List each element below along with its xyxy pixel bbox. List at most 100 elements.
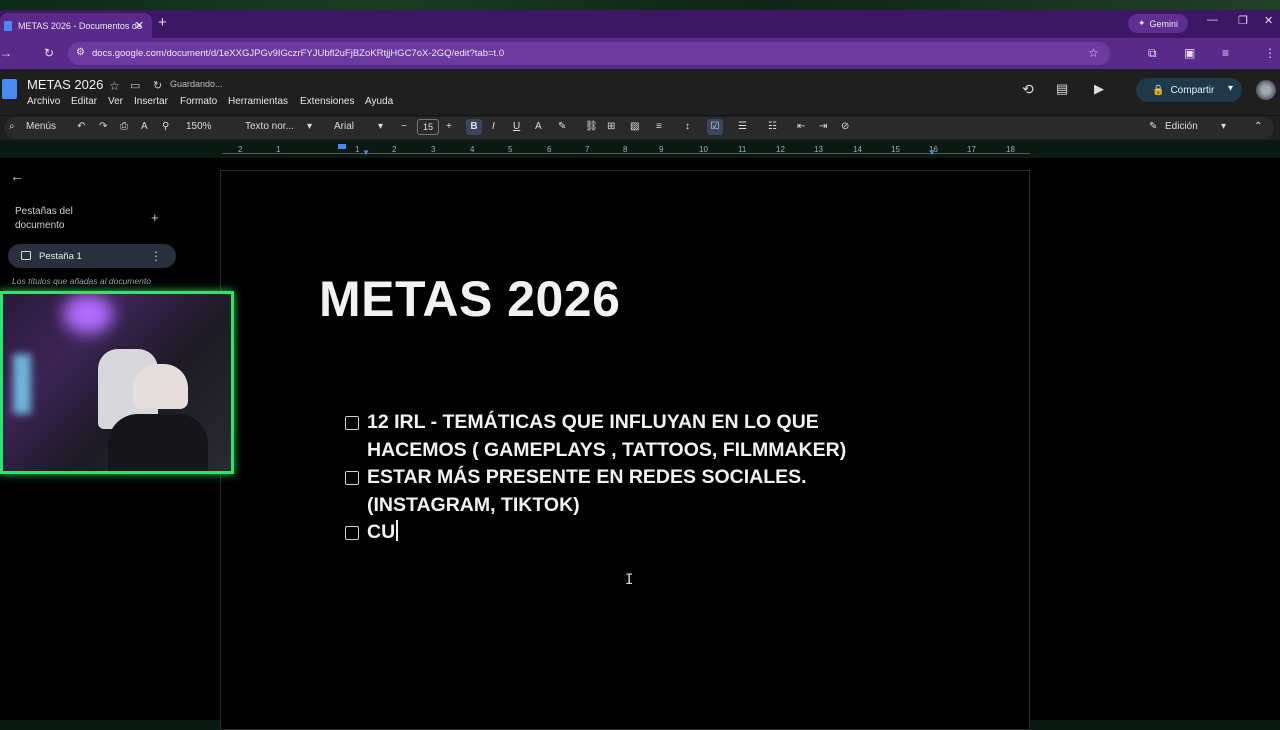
ruler[interactable]: 2 1 1 2 3 4 5 6 7 8 9 10 11 12 13 14 15 … [222, 144, 1030, 157]
move-folder-icon[interactable]: ▭ [130, 79, 140, 92]
extensions-icon[interactable]: ⧉ [1148, 46, 1157, 61]
comments-icon[interactable]: ▤ [1056, 81, 1068, 97]
background-strip [0, 0, 1280, 10]
checklist-checkbox[interactable] [345, 471, 359, 485]
checklist-icon[interactable]: ☑ [707, 119, 723, 135]
menu-archivo[interactable]: Archivo [27, 96, 60, 107]
indent-marker[interactable] [338, 144, 346, 149]
avatar[interactable] [1256, 80, 1276, 100]
highlight-icon[interactable]: ✎ [558, 121, 566, 132]
site-settings-icon[interactable]: ⚙ [76, 47, 85, 58]
menu-ayuda[interactable]: Ayuda [365, 96, 393, 107]
numbered-list-icon[interactable]: ☷ [768, 121, 777, 132]
align-icon[interactable]: ≡ [656, 121, 662, 132]
sidebar-title: Pestañas del documento [15, 206, 73, 231]
menus-search[interactable]: Menús [26, 121, 56, 132]
share-button[interactable]: 🔒 Compartir ▾ [1136, 78, 1242, 102]
url-text: docs.google.com/document/d/1eXXGJPGv9IGc… [92, 48, 505, 59]
more-options-icon[interactable]: ⋮ [150, 249, 162, 263]
close-window-icon[interactable]: ✕ [1264, 14, 1273, 27]
webcam-cap [133, 364, 188, 409]
checklist-checkbox[interactable] [345, 526, 359, 540]
forward-icon[interactable]: → [0, 46, 12, 60]
ruler-tick: 17 [967, 145, 976, 154]
chevron-down-icon[interactable]: ▾ [1221, 121, 1226, 132]
increase-font-icon[interactable]: + [446, 121, 452, 132]
right-margin-marker[interactable]: ▼ [928, 148, 936, 157]
ruler-tick: 7 [585, 145, 590, 154]
menu-insertar[interactable]: Insertar [134, 96, 168, 107]
underline-icon[interactable]: U [513, 121, 520, 132]
collapse-icon[interactable]: ⌃ [1254, 121, 1262, 132]
spellcheck-icon[interactable]: A [141, 121, 148, 132]
link-icon[interactable]: ⛓ [585, 121, 598, 132]
checklist-item[interactable]: ESTAR MÁS PRESENTE EN REDES SOCIALES. (I… [367, 464, 927, 519]
paint-format-icon[interactable]: ⚲ [162, 121, 169, 132]
back-arrow-icon[interactable]: ← [10, 168, 24, 184]
close-icon[interactable]: ✕ [135, 19, 144, 32]
webcam-light [63, 294, 113, 334]
browser-tab-bar: METAS 2026 - Documentos de ✕ [0, 10, 1280, 38]
ruler-tick: 10 [699, 145, 708, 154]
image-icon[interactable]: ▨ [630, 121, 639, 132]
bold-icon[interactable]: B [466, 119, 482, 135]
checklist-item[interactable]: CU [367, 519, 927, 547]
italic-icon[interactable]: I [492, 121, 495, 132]
menu-formato[interactable]: Formato [180, 96, 217, 107]
document-title[interactable]: METAS 2026 [27, 77, 103, 92]
menu-kebab-icon[interactable]: ⋮ [1264, 46, 1276, 60]
checklist-item[interactable]: 12 IRL - TEMÁTICAS QUE INFLUYAN EN LO QU… [367, 409, 927, 464]
decrease-font-icon[interactable]: − [401, 121, 407, 132]
sparkle-icon: ✦ [1137, 18, 1146, 28]
reading-list-icon[interactable]: ≡ [1222, 46, 1229, 60]
left-margin-marker[interactable]: ▼ [362, 148, 370, 157]
decrease-indent-icon[interactable]: ⇤ [797, 121, 805, 132]
font-select[interactable]: Arial [334, 121, 354, 132]
checklist-checkbox[interactable] [345, 416, 359, 430]
style-select[interactable]: Texto nor... [245, 121, 294, 132]
mode-select[interactable]: Edición [1165, 121, 1198, 132]
gemini-label: Gemini [1149, 18, 1179, 29]
search-icon[interactable]: ⌕ [9, 121, 15, 132]
chevron-down-icon[interactable]: ▾ [307, 121, 312, 132]
star-icon[interactable]: ☆ [109, 79, 120, 93]
browser-tab[interactable]: METAS 2026 - Documentos de ✕ [0, 13, 152, 38]
checklist-item-line: 12 IRL - TEMÁTICAS QUE INFLUYAN EN LO QU… [367, 411, 819, 433]
menu-ver[interactable]: Ver [108, 96, 123, 107]
chevron-down-icon[interactable]: ▾ [1228, 83, 1233, 94]
split-view-icon[interactable]: ▣ [1184, 46, 1195, 60]
ruler-tick: 5 [508, 145, 513, 154]
reload-icon[interactable]: ↻ [44, 46, 54, 60]
new-tab-button[interactable]: + [158, 14, 167, 31]
increase-indent-icon[interactable]: ⇥ [819, 121, 827, 132]
menu-editar[interactable]: Editar [71, 96, 97, 107]
webcam-neon [13, 354, 31, 414]
docs-logo-icon[interactable] [2, 79, 17, 99]
undo-icon[interactable]: ↶ [77, 121, 85, 132]
add-tab-button[interactable]: + [151, 210, 159, 225]
maximize-icon[interactable]: ❐ [1238, 14, 1248, 27]
menu-extensiones[interactable]: Extensiones [300, 96, 354, 107]
font-size-input[interactable]: 15 [417, 119, 439, 135]
chevron-down-icon[interactable]: ▾ [378, 121, 383, 132]
print-icon[interactable]: ⎙ [120, 121, 128, 132]
history-icon[interactable]: ⟲ [1022, 81, 1034, 98]
bullet-list-icon[interactable]: ☰ [738, 121, 747, 132]
sidebar-item-tab-1[interactable]: Pestaña 1 ⋮ [8, 244, 176, 268]
gemini-button[interactable]: ✦ Gemini [1128, 14, 1188, 33]
comment-add-icon[interactable]: ⊞ [607, 121, 615, 132]
meet-icon[interactable]: ▶ [1094, 81, 1104, 97]
document-heading[interactable]: METAS 2026 [319, 270, 620, 328]
text-color-icon[interactable]: A [535, 121, 542, 132]
menu-herramientas[interactable]: Herramientas [228, 96, 288, 107]
save-status: Guardando... [170, 79, 223, 89]
redo-icon[interactable]: ↷ [99, 121, 107, 132]
star-icon[interactable]: ☆ [1088, 46, 1099, 60]
url-field[interactable]: ⚙ docs.google.com/document/d/1eXXGJPGv9I… [68, 42, 1110, 65]
clear-format-icon[interactable]: ⊘ [841, 121, 849, 132]
zoom-select[interactable]: 150% [186, 121, 212, 132]
sync-icon: ↻ [153, 80, 163, 92]
ruler-tick: 8 [623, 145, 628, 154]
minimize-icon[interactable]: — [1207, 14, 1218, 26]
line-spacing-icon[interactable]: ↕ [685, 121, 690, 132]
